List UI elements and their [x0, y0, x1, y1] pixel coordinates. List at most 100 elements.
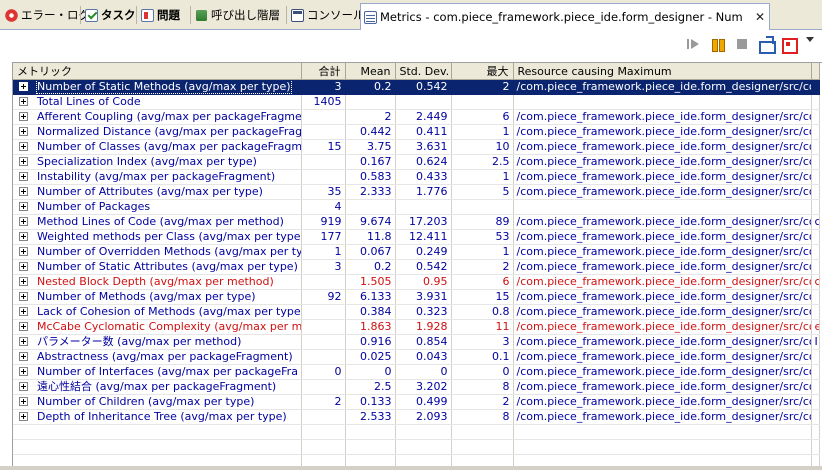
expand-plus-icon[interactable]	[19, 307, 28, 316]
table-row[interactable]: パラメーター数 (avg/max per method) 0.916 0.854 3/…	[13, 334, 820, 350]
column-header-total[interactable]: 合計	[301, 63, 346, 80]
cell-std: 12.411	[395, 229, 452, 245]
cell-max: 5	[451, 184, 514, 200]
table-row[interactable]: Lack of Cohesion of Methods (avg/max per…	[13, 304, 820, 320]
metric-name-cell: Number of Methods (avg/max per type)	[13, 289, 302, 305]
empty-cell	[345, 439, 396, 455]
cell-total: 35	[301, 184, 346, 200]
tab-tasks[interactable]: タスク	[82, 3, 140, 27]
table-row[interactable]: Number of Methods (avg/max per type) 92 6.…	[13, 289, 820, 305]
resume-icon[interactable]	[686, 36, 702, 52]
table-row[interactable]: Total Lines of Code 1405	[13, 94, 820, 110]
expand-plus-icon[interactable]	[19, 82, 28, 91]
table-row[interactable]: Nested Block Depth (avg/max per method) 1…	[13, 274, 820, 290]
dependency-graph-icon[interactable]	[780, 36, 798, 54]
table-row[interactable]: Number of Static Attributes (avg/max per…	[13, 259, 820, 275]
tab-metrics[interactable]: Metrics - com.piece_framework.piece_ide.…	[360, 3, 770, 30]
table-row[interactable]: Number of Interfaces (avg/max per packag…	[13, 364, 820, 380]
export-icon[interactable]	[758, 36, 776, 54]
table-row[interactable]: Depth of Inheritance Tree (avg/max per t…	[13, 409, 820, 425]
horizontal-scrollbar[interactable]	[0, 466, 822, 470]
cell-extra	[811, 94, 820, 110]
table-row[interactable]: Weighted methods per Class (avg/max per …	[13, 229, 820, 245]
cell-total: 4	[301, 199, 346, 215]
cell-resource: /com.piece_framework.piece_ide.form_desi…	[513, 169, 812, 185]
cell-std: 0.95	[395, 274, 452, 290]
metric-name: パラメーター数 (avg/max per method)	[37, 335, 242, 348]
column-header-std-dev[interactable]: Std. Dev.	[395, 63, 452, 80]
expand-plus-icon[interactable]	[19, 157, 28, 166]
empty-cell	[395, 439, 452, 455]
cell-std	[395, 199, 452, 215]
expand-plus-icon[interactable]	[19, 217, 28, 226]
expand-plus-icon[interactable]	[19, 112, 28, 121]
metric-name: Number of Overridden Methods (avg/max pe…	[37, 245, 301, 258]
cell-extra	[811, 184, 820, 200]
cell-extra	[811, 349, 820, 365]
close-icon[interactable]: ✕	[755, 10, 765, 24]
expand-plus-icon[interactable]	[19, 187, 28, 196]
table-row[interactable]: 遠心性結合 (avg/max per packageFragment) 2.5 3.…	[13, 379, 820, 395]
expand-plus-icon[interactable]	[19, 202, 28, 211]
expand-plus-icon[interactable]	[19, 322, 28, 331]
expand-plus-icon[interactable]	[19, 262, 28, 271]
expand-plus-icon[interactable]	[19, 337, 28, 346]
stop-icon[interactable]	[734, 36, 750, 52]
column-header-metric[interactable]: メトリック	[13, 63, 302, 80]
cell-resource: /com.piece_framework.piece_ide.form_desi…	[513, 319, 812, 335]
metric-name: Lack of Cohesion of Methods (avg/max per…	[37, 305, 301, 318]
column-header-mean[interactable]: Mean	[345, 63, 396, 80]
table-row[interactable]: Number of Packages 4	[13, 199, 820, 215]
column-header-resource[interactable]: Resource causing Maximum	[513, 63, 812, 80]
expand-plus-icon[interactable]	[19, 127, 28, 136]
table-row[interactable]: Abstractness (avg/max per packageFragmen…	[13, 349, 820, 365]
cell-extra	[811, 259, 820, 275]
view-tab-bar: エラー・ログ タスク 問題 呼び出し階層 コンソール Metrics - com…	[0, 0, 822, 30]
table-row[interactable]: Specialization Index (avg/max per type) 0…	[13, 154, 820, 170]
expand-plus-icon[interactable]	[19, 247, 28, 256]
cell-resource: /com.piece_framework.piece_ide.form_desi…	[513, 364, 812, 380]
column-header-max[interactable]: 最大	[451, 63, 514, 80]
expand-plus-icon[interactable]	[19, 412, 28, 421]
metric-name: Depth of Inheritance Tree (avg/max per t…	[37, 410, 287, 423]
table-row[interactable]: Instability (avg/max per packageFragment…	[13, 169, 820, 185]
table-row[interactable]: Normalized Distance (avg/max per package…	[13, 124, 820, 140]
table-row[interactable]: Number of Classes (avg/max per packageFr…	[13, 139, 820, 155]
table-row[interactable]: Number of Children (avg/max per type) 2 0.…	[13, 394, 820, 410]
cell-std: 1.776	[395, 184, 452, 200]
table-row[interactable]: Number of Overridden Methods (avg/max pe…	[13, 244, 820, 260]
cell-std: 1.928	[395, 319, 452, 335]
table-row[interactable]: Afferent Coupling (avg/max per packageFr…	[13, 109, 820, 125]
tab-console[interactable]: コンソール	[288, 3, 369, 27]
expand-plus-icon[interactable]	[19, 397, 28, 406]
table-row[interactable]: Method Lines of Code (avg/max per method…	[13, 214, 820, 230]
metric-name-cell: Number of Children (avg/max per type)	[13, 394, 302, 410]
metric-name-cell: Number of Static Attributes (avg/max per…	[13, 259, 302, 275]
cell-total	[301, 169, 346, 185]
pause-icon[interactable]	[710, 36, 726, 52]
expand-plus-icon[interactable]	[19, 142, 28, 151]
expand-plus-icon[interactable]	[19, 292, 28, 301]
tab-problems[interactable]: 問題	[138, 3, 184, 27]
expand-plus-icon[interactable]	[19, 382, 28, 391]
cell-std: 0.323	[395, 304, 452, 320]
cell-resource: /com.piece_framework.piece_ide.form_desi…	[513, 244, 812, 260]
column-header-extra[interactable]	[811, 63, 820, 80]
empty-cell	[811, 424, 820, 440]
view-menu-chevron-down-icon[interactable]	[804, 33, 816, 45]
table-row[interactable]: Number of Attributes (avg/max per type) 3…	[13, 184, 820, 200]
metric-name: McCabe Cyclomatic Complexity (avg/max pe…	[37, 320, 301, 333]
cell-total	[301, 319, 346, 335]
expand-plus-icon[interactable]	[19, 277, 28, 286]
expand-plus-icon[interactable]	[19, 367, 28, 376]
table-row[interactable]: Number of Static Methods (avg/max per ty…	[13, 79, 820, 95]
expand-plus-icon[interactable]	[19, 172, 28, 181]
table-row[interactable]: McCabe Cyclomatic Complexity (avg/max pe…	[13, 319, 820, 335]
metric-name-cell: Instability (avg/max per packageFragment…	[13, 169, 302, 185]
tab-call-hierarchy[interactable]: 呼び出し階層	[192, 3, 284, 27]
cell-extra: c	[811, 214, 820, 230]
metrics-icon	[364, 10, 377, 24]
expand-plus-icon[interactable]	[19, 352, 28, 361]
expand-plus-icon[interactable]	[19, 232, 28, 241]
expand-plus-icon[interactable]	[19, 97, 28, 106]
